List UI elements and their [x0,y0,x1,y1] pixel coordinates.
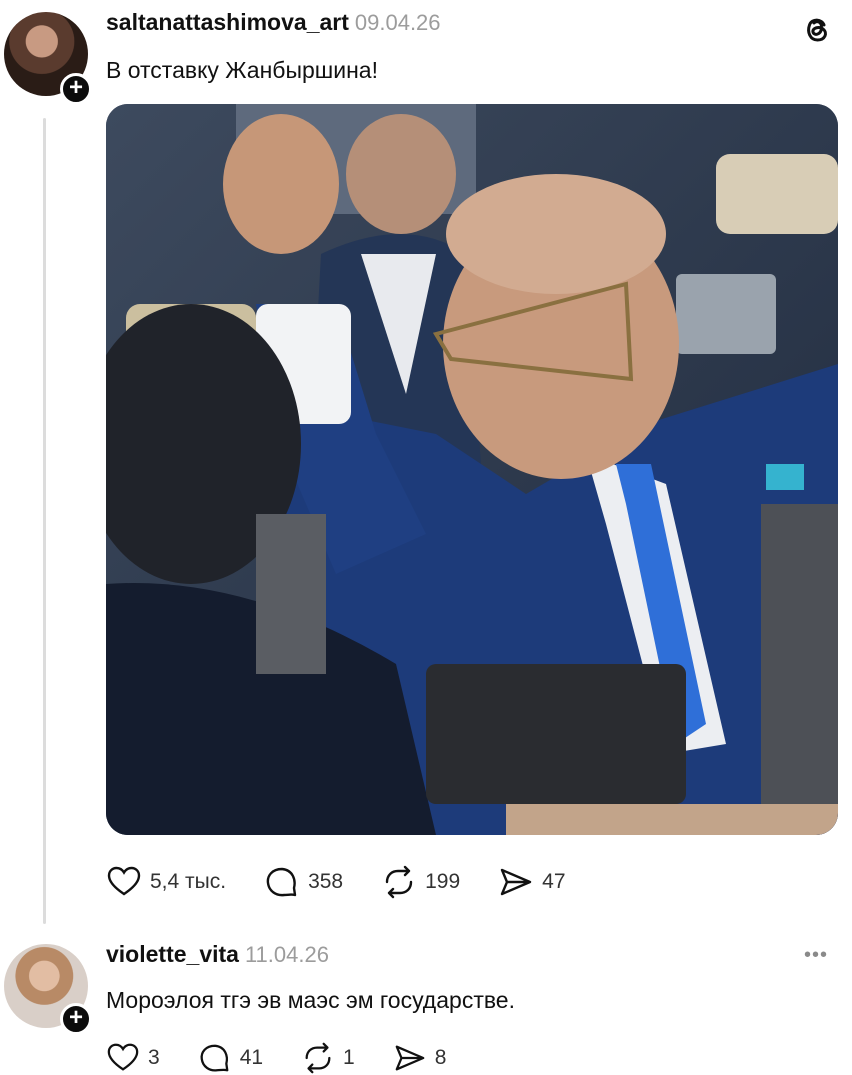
reply-author-line: violette_vita 11.04.26 [106,941,329,968]
comment-icon [200,1044,229,1072]
repost-icon [385,865,413,899]
more-options-icon[interactable]: ••• [804,944,828,967]
post-date: 09.04.26 [354,10,441,35]
repost-button[interactable]: 199 [381,864,460,900]
post-author-line: saltanattashimova_art 09.04.26 [106,9,441,36]
repost-count: 199 [425,870,461,893]
reply-comment-count: 41 [239,1046,264,1069]
reply-share-count: 8 [434,1046,447,1069]
reply-comment-button[interactable]: 41 [198,1041,263,1075]
share-count: 47 [542,870,566,893]
threads-logo-icon[interactable] [800,12,834,46]
reply-username[interactable]: violette_vita [106,941,239,967]
like-button[interactable]: 5,4 тыс. [106,864,226,900]
share-icon [395,1045,425,1071]
reply-like-button[interactable]: 3 [106,1041,160,1075]
comment-button[interactable]: 358 [264,864,343,900]
like-count: 5,4 тыс. [150,870,227,893]
reply-date: 11.04.26 [244,942,329,967]
thread-connector-line [43,118,46,924]
post-photo[interactable] [106,104,838,835]
reply-repost-button[interactable]: 1 [301,1041,355,1075]
author-username[interactable]: saltanattashimova_art [106,9,349,35]
reply-like-count: 3 [148,1046,160,1069]
share-button[interactable]: 47 [498,864,566,900]
post-actions: 5,4 тыс. 358 199 47 [106,864,604,900]
reply-text: Мороэлоя тгэ эв маэс эм государстве. [106,987,515,1013]
reply-share-button[interactable]: 8 [393,1041,447,1075]
reply-repost-count: 1 [343,1046,355,1069]
heart-icon [107,866,141,896]
comment-count: 358 [308,870,344,893]
reply-actions: 3 41 1 8 [106,1041,484,1075]
heart-icon [107,1043,139,1071]
follow-plus-icon[interactable]: + [60,73,92,105]
comment-icon [266,867,297,897]
post-text: В отставку Жанбыршина! [106,57,378,83]
share-icon [500,868,532,896]
follow-plus-icon[interactable]: + [60,1003,92,1035]
repost-icon [305,1042,331,1074]
